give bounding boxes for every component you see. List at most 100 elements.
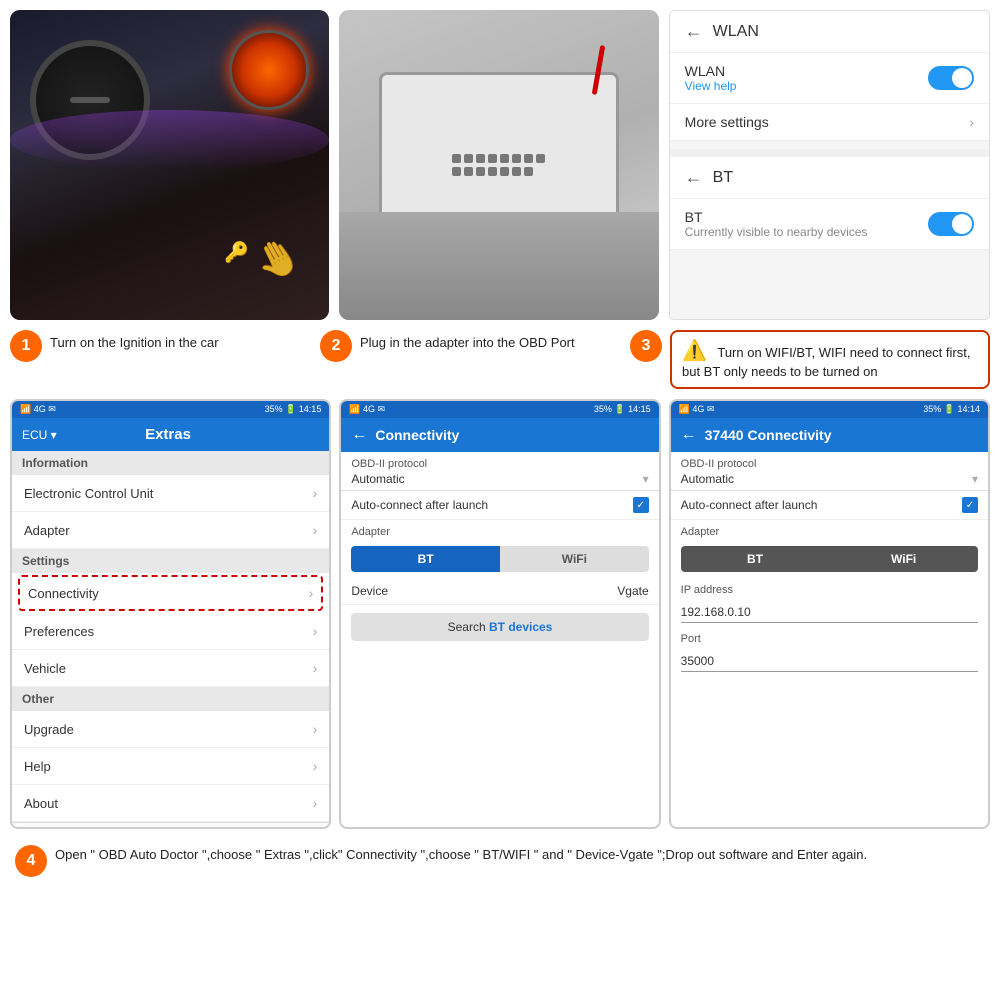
phone2-status-right: 35% 🔋 14:15 xyxy=(594,404,651,415)
phone2-status-left: 📶 4G ✉ xyxy=(349,404,385,415)
settings-panel: ← WLAN WLAN View help More settings › xyxy=(669,10,990,320)
menu-preferences-item[interactable]: Preferences › xyxy=(12,613,329,650)
step4-row: 4 Open " OBD Auto Doctor ",choose " Extr… xyxy=(10,837,990,885)
section-settings: Settings xyxy=(12,549,329,573)
connector-pins-top xyxy=(452,154,545,163)
tab-trouble-codes[interactable]: ⚠ Trouble Codes xyxy=(75,827,138,829)
menu-vehicle-item[interactable]: Vehicle › xyxy=(12,650,329,687)
wlan-title: WLAN xyxy=(713,23,759,41)
p2-bt-tab[interactable]: BT xyxy=(351,546,500,572)
p3-autoconnect-checkbox[interactable]: ✓ xyxy=(962,497,978,513)
tab-status[interactable]: 📊 Status xyxy=(12,827,75,829)
p2-obd-dropdown-icon[interactable]: ▾ xyxy=(643,472,649,486)
p2-adapter-tabs: BT WiFi xyxy=(351,546,648,572)
bt-back-icon[interactable]: ← xyxy=(685,167,703,188)
top-row: 🤚 🔑 xyxy=(10,10,990,320)
obd-background xyxy=(339,10,658,320)
tab-extras-icon: ⊕ xyxy=(291,827,304,829)
menu-ecu-item[interactable]: Electronic Control Unit › xyxy=(12,475,329,512)
menu-about-arrow: › xyxy=(313,795,318,811)
menu-upgrade-item[interactable]: Upgrade › xyxy=(12,711,329,748)
extras-ecu-label: ECU ▾ xyxy=(22,428,57,442)
menu-about-item[interactable]: About › xyxy=(12,785,329,822)
phone3-status-right: 35% 🔋 14:14 xyxy=(923,404,980,415)
p3-obd-dropdown-icon[interactable]: ▾ xyxy=(972,472,978,486)
settings-divider xyxy=(670,149,989,157)
phone2-title: Connectivity xyxy=(375,427,459,443)
tab-diagnostics[interactable]: 🔬 Diagnostics xyxy=(139,827,202,829)
menu-ecu-label: Electronic Control Unit xyxy=(24,486,153,501)
p3-bt-tab[interactable]: BT xyxy=(681,546,830,572)
section-other: Other xyxy=(12,687,329,711)
p3-port-value[interactable]: 35000 xyxy=(681,651,978,672)
wlan-section: ← WLAN WLAN View help More settings › xyxy=(670,11,989,141)
wlan-toggle[interactable] xyxy=(928,66,974,90)
steering-center xyxy=(70,97,110,103)
p2-device-row: Device Vgate xyxy=(341,578,658,605)
tab-extras[interactable]: ⊕ Extras xyxy=(266,827,329,829)
phone1-screen: 📶 4G ✉ 35% 🔋 14:15 ECU ▾ Extras Informat… xyxy=(10,399,331,829)
step2-item: 2 Plug in the adapter into the OBD Port xyxy=(320,330,620,362)
menu-connectivity-arrow: › xyxy=(309,585,314,601)
p2-autoconnect-checkbox[interactable]: ✓ xyxy=(633,497,649,513)
p2-device-value: Vgate xyxy=(617,584,648,598)
step1-circle: 1 xyxy=(10,330,42,362)
menu-adapter-item[interactable]: Adapter › xyxy=(12,512,329,549)
menu-upgrade-arrow: › xyxy=(313,721,318,737)
p3-port-label: Port xyxy=(671,627,988,647)
bt-toggle[interactable] xyxy=(928,212,974,236)
p2-adapter-label: Adapter xyxy=(341,520,658,540)
connector-pins-bottom xyxy=(452,167,545,176)
tab-diagnostics-icon: 🔬 xyxy=(161,827,181,829)
p3-ip-value[interactable]: 192.168.0.10 xyxy=(681,602,978,623)
panel-bottom xyxy=(339,212,658,321)
menu-connectivity-item[interactable]: Connectivity › xyxy=(18,575,323,611)
phone1-tab-bar: 📊 Status ⚠ Trouble Codes 🔬 Diagnostics 📡… xyxy=(12,822,329,829)
phone2-screen: 📶 4G ✉ 35% 🔋 14:15 ← Connectivity OBD-II… xyxy=(339,399,660,829)
wlan-back-icon[interactable]: ← xyxy=(685,21,703,42)
p3-ip-label: IP address xyxy=(671,578,988,598)
menu-adapter-label: Adapter xyxy=(24,523,70,538)
p2-obd-protocol-value: Automatic ▾ xyxy=(341,472,658,491)
p3-obd-protocol-text: Automatic xyxy=(681,472,734,486)
menu-preferences-arrow: › xyxy=(313,623,318,639)
tab-status-icon: 📊 xyxy=(34,827,54,829)
wlan-viewhelp[interactable]: View help xyxy=(685,79,737,93)
step1-text: Turn on the Ignition in the car xyxy=(50,330,219,352)
phone3-back-icon[interactable]: ← xyxy=(681,426,697,444)
menu-vehicle-arrow: › xyxy=(313,660,318,676)
wlan-header: ← WLAN xyxy=(670,11,989,53)
bt-sublabel: Currently visible to nearby devices xyxy=(685,225,868,239)
menu-help-item[interactable]: Help › xyxy=(12,748,329,785)
obd-photo xyxy=(339,10,658,320)
p2-wifi-tab[interactable]: WiFi xyxy=(500,546,649,572)
phone1-status-right: 35% 🔋 14:15 xyxy=(265,404,322,415)
wlan-moresettings-label: More settings xyxy=(685,114,769,130)
p2-device-label: Device xyxy=(351,584,388,598)
wlan-toggle-row: WLAN View help xyxy=(670,53,989,104)
hand-icon: 🤚 xyxy=(247,230,307,289)
phones-row: 📶 4G ✉ 35% 🔋 14:15 ECU ▾ Extras Informat… xyxy=(10,399,990,829)
p3-autoconnect-label: Auto-connect after launch xyxy=(681,498,818,512)
car-photo: 🤚 🔑 xyxy=(10,10,329,320)
car-dashboard: 🤚 🔑 xyxy=(10,10,329,320)
menu-help-arrow: › xyxy=(313,758,318,774)
p2-search-label: Search xyxy=(448,620,489,634)
phone3-status-bar: 📶 4G ✉ 35% 🔋 14:14 xyxy=(671,401,988,418)
phone2-back-icon[interactable]: ← xyxy=(351,426,367,444)
tab-sensors-icon: 📡 xyxy=(224,827,244,829)
menu-connectivity-label: Connectivity xyxy=(28,586,99,601)
menu-preferences-label: Preferences xyxy=(24,624,94,639)
phone1-status-left: 📶 4G ✉ xyxy=(20,404,56,415)
tab-sensors[interactable]: 📡 Sensors xyxy=(202,827,265,829)
step1-item: 1 Turn on the Ignition in the car xyxy=(10,330,310,362)
phone1-status-bar: 📶 4G ✉ 35% 🔋 14:15 xyxy=(12,401,329,418)
p3-wifi-tab[interactable]: WiFi xyxy=(829,546,978,572)
gauge-circle xyxy=(229,30,309,110)
p2-search-bt-btn[interactable]: Search BT devices xyxy=(351,613,648,641)
p3-obd-protocol-value: Automatic ▾ xyxy=(671,472,988,491)
step2-text: Plug in the adapter into the OBD Port xyxy=(360,330,575,352)
p2-search-bt-label: BT devices xyxy=(489,620,552,634)
step3-item: 3 ⚠️ Turn on WIFI/BT, WIFI need to conne… xyxy=(630,330,990,389)
wlan-moresettings-row[interactable]: More settings › xyxy=(670,104,989,141)
